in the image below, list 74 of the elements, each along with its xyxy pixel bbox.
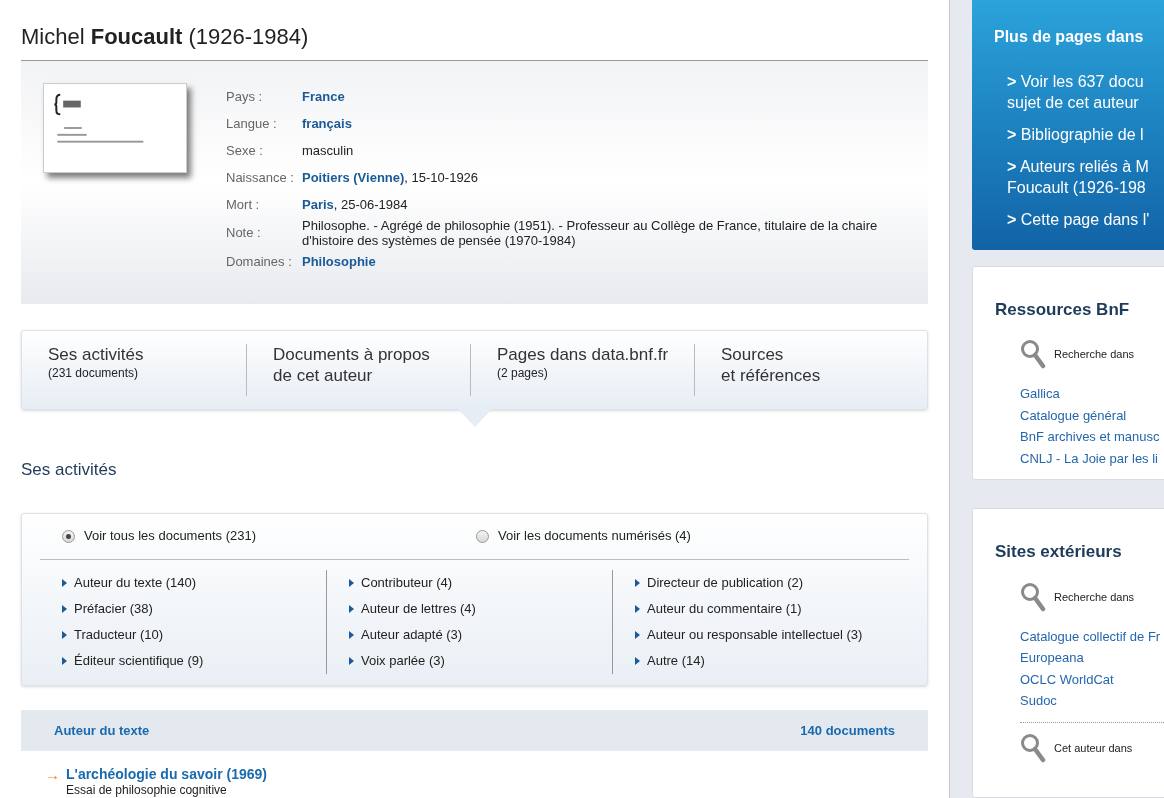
role-link[interactable]: Voix parlée (3)	[349, 647, 612, 674]
tab[interactable]: Sources et références	[694, 344, 918, 397]
card-title: Sites extérieurs	[995, 541, 1122, 564]
role-link[interactable]: Auteur de lettres (4)	[349, 595, 612, 622]
field-label: Note :	[226, 224, 262, 243]
field-label: Langue :	[226, 114, 278, 133]
field-value: Poitiers (Vienne), 15-10-1926	[302, 170, 480, 185]
bullet-icon	[635, 656, 640, 665]
resource-link[interactable]: CNLJ - La Joie par les li	[1020, 447, 1158, 470]
field-label: Naissance :	[226, 168, 295, 187]
bullet-icon	[62, 630, 67, 639]
results-count: 140 documents	[800, 721, 895, 740]
role-link[interactable]: Contributeur (4)	[349, 569, 612, 596]
search-icon	[1020, 581, 1046, 612]
radio-button[interactable]	[62, 529, 75, 543]
group-label: Recherche dans	[1054, 589, 1135, 605]
field-value: masculin	[302, 143, 355, 158]
role-link[interactable]: Traducteur (10)	[62, 621, 326, 648]
document-title[interactable]: L'archéologie du savoir (1969)	[66, 766, 267, 783]
search-icon	[1020, 339, 1046, 370]
resource-link[interactable]: Sudoc	[1020, 690, 1057, 712]
bullet-icon	[349, 604, 354, 613]
radio-option[interactable]: Voir tous les documents (231)	[40, 526, 454, 546]
resource-link[interactable]: BnF archives et manusc	[1020, 426, 1160, 448]
bullet-icon	[635, 604, 640, 613]
group-label: Recherche dans	[1054, 347, 1135, 363]
bullet-icon	[62, 656, 67, 665]
role-link[interactable]: Autre (14)	[635, 647, 898, 674]
resource-link[interactable]: OCLC WorldCat	[1020, 668, 1114, 691]
field-label: Sexe :	[226, 141, 264, 160]
bullet-icon	[635, 630, 640, 639]
role-link[interactable]: Auteur ou responsable intellectuel (3)	[635, 621, 898, 648]
bullet-icon	[62, 578, 67, 587]
bullet-icon	[635, 578, 640, 587]
role-link[interactable]: Directeur de publication (2)	[635, 569, 898, 596]
more-link[interactable]: > Bibliographie de l	[1007, 124, 1144, 145]
field-value: France	[302, 89, 346, 104]
field-label: Mort :	[226, 195, 261, 214]
field-label: Pays :	[226, 87, 264, 106]
section-title: Ses activités	[21, 459, 118, 482]
arrow-icon: →	[45, 766, 60, 798]
bullet-icon	[62, 604, 67, 613]
resource-link[interactable]: Catalogue collectif de Fr	[1020, 625, 1161, 648]
card-title: Ressources BnF	[995, 298, 1130, 321]
more-link[interactable]: > Auteurs reliés à M Foucault (1926-198	[1007, 156, 1149, 198]
panel-title: Plus de pages dans	[994, 27, 1144, 47]
role-link[interactable]: Auteur du commentaire (1)	[635, 595, 898, 622]
role-link[interactable]: Auteur adapté (3)	[349, 621, 612, 648]
tab[interactable]: Ses activités (231 documents)	[22, 344, 246, 397]
bullet-icon	[349, 630, 354, 639]
field-label: Domaines :	[226, 252, 293, 271]
bullet-icon	[349, 578, 354, 587]
resource-link[interactable]: Europeana	[1020, 647, 1084, 669]
role-link[interactable]: Éditeur scientifique (9)	[62, 647, 326, 674]
group-label: Cet auteur dans	[1054, 740, 1133, 756]
search-icon	[1020, 732, 1046, 763]
radio-button[interactable]	[476, 529, 489, 543]
resource-link[interactable]: Gallica	[1020, 383, 1060, 405]
role-link[interactable]: Auteur du texte (140)	[62, 569, 326, 596]
tab[interactable]: Documents à propos de cet auteur	[246, 344, 470, 397]
field-value: Philosophe. - Agrégé de philosophie (1951). - Professeur au Collège de France, titulaire de la chaire d'histoire des systèmes de pensée (1970-1984)	[302, 218, 879, 248]
tab[interactable]: Pages dans data.bnf.fr (2 pages)	[470, 344, 694, 397]
field-value: français	[302, 116, 353, 131]
role-link[interactable]: Préfacier (38)	[62, 595, 326, 622]
bullet-icon	[349, 656, 354, 665]
more-link[interactable]: > Voir les 637 docu sujet de cet auteur	[1007, 71, 1144, 113]
resource-link[interactable]: Catalogue général	[1020, 404, 1127, 427]
results-heading: Auteur du texte	[54, 721, 150, 740]
field-value: Paris, 25-06-1984	[302, 197, 409, 212]
radio-option[interactable]: Voir les documents numérisés (4)	[454, 526, 868, 546]
field-value: Philosophie	[302, 254, 377, 269]
more-link[interactable]: > Cette page dans l'	[1007, 209, 1150, 230]
document-subtitle: Essai de philosophie cognitive	[66, 783, 228, 798]
page-title: Michel Foucault (1926-1984)	[21, 24, 310, 50]
